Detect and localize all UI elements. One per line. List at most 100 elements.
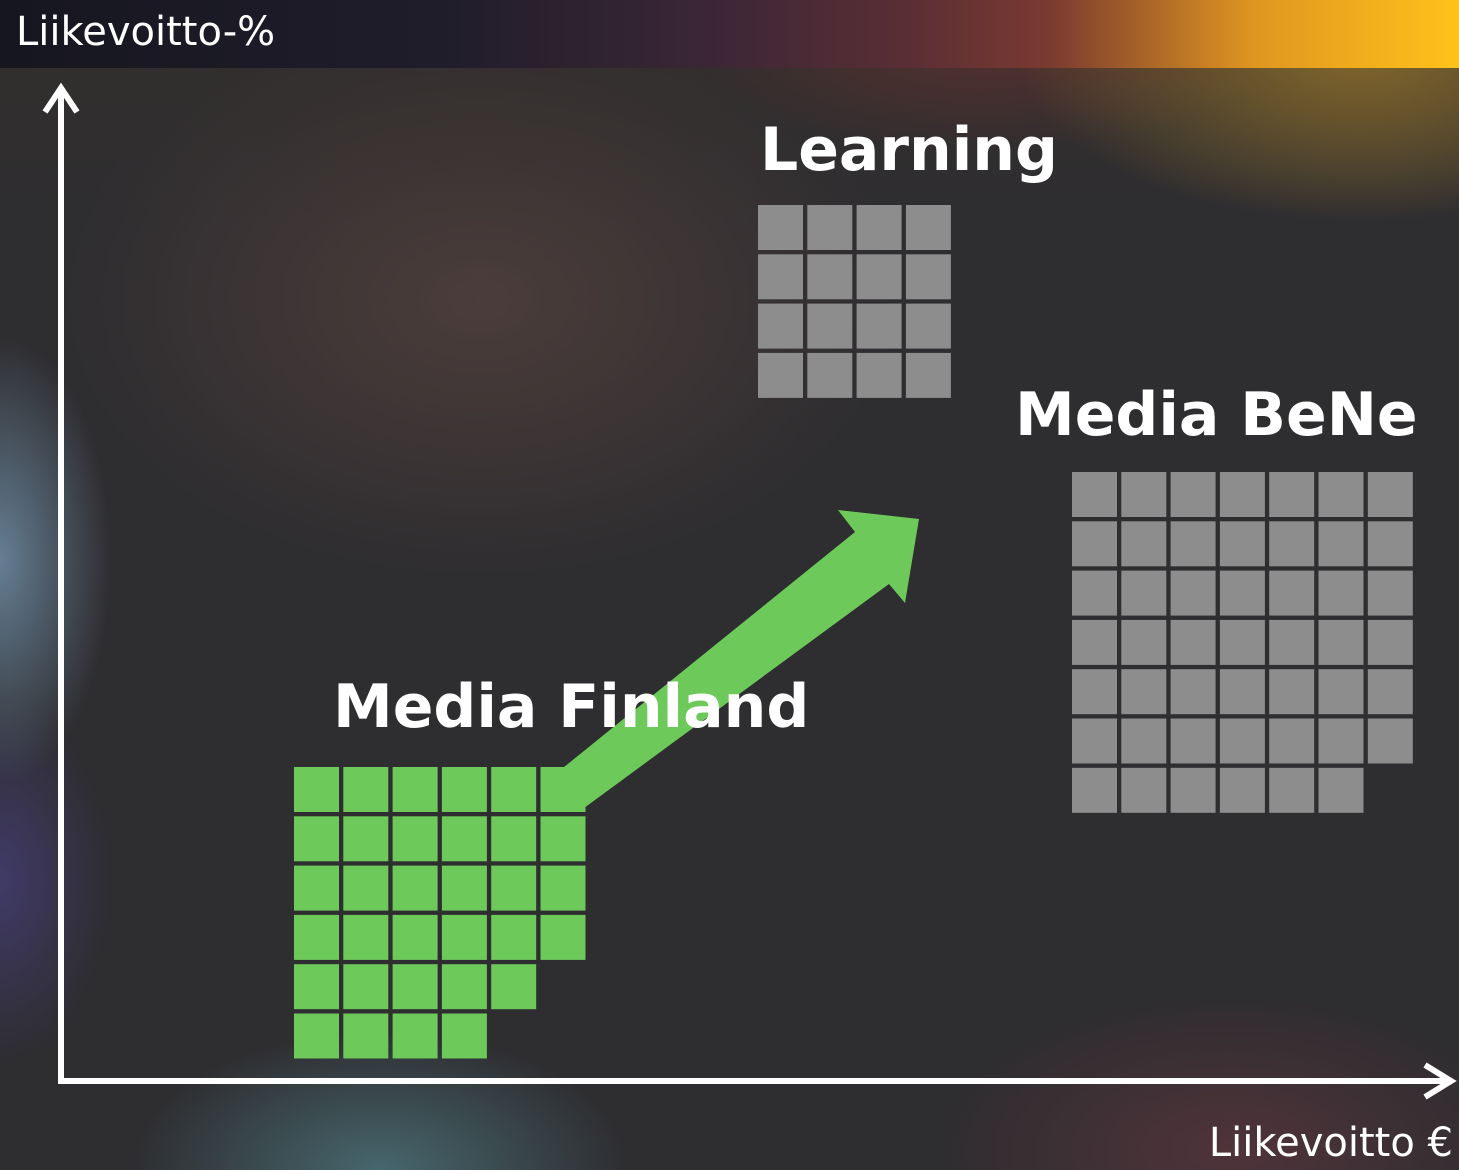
block-finland-19 bbox=[343, 914, 389, 960]
block-bene-3 bbox=[1219, 472, 1265, 517]
block-finland-22 bbox=[491, 914, 537, 960]
block-bene-12 bbox=[1318, 521, 1364, 567]
block-finland-4 bbox=[491, 767, 537, 812]
y-axis-label: Liikevoitto-% bbox=[16, 9, 276, 55]
block-finland-11 bbox=[540, 816, 586, 862]
block-finland-32 bbox=[441, 1013, 487, 1059]
block-bene-2 bbox=[1170, 472, 1216, 517]
learning-block-grid bbox=[758, 205, 951, 398]
block-learning-6 bbox=[856, 254, 902, 300]
block-bene-14 bbox=[1072, 570, 1117, 616]
block-learning-15 bbox=[905, 352, 951, 398]
block-learning-2 bbox=[856, 205, 902, 250]
block-learning-10 bbox=[856, 303, 902, 349]
block-finland-31 bbox=[392, 1013, 438, 1059]
block-bene-39 bbox=[1269, 718, 1315, 764]
block-finland-3 bbox=[441, 767, 487, 812]
block-bene-32 bbox=[1269, 669, 1315, 715]
segment-label-media-bene: Media BeNe bbox=[1015, 380, 1418, 450]
block-bene-11 bbox=[1269, 521, 1315, 567]
block-finland-29 bbox=[294, 1013, 339, 1059]
block-bene-28 bbox=[1072, 669, 1117, 715]
block-finland-14 bbox=[392, 865, 438, 911]
block-bene-44 bbox=[1170, 767, 1216, 813]
block-finland-24 bbox=[294, 964, 339, 1010]
block-finland-12 bbox=[294, 865, 339, 911]
block-bene-30 bbox=[1170, 669, 1216, 715]
block-bene-4 bbox=[1269, 472, 1315, 517]
block-finland-27 bbox=[441, 964, 487, 1010]
x-axis-label: Liikevoitto € bbox=[1208, 1120, 1453, 1166]
block-finland-16 bbox=[491, 865, 537, 911]
block-bene-0 bbox=[1072, 472, 1117, 517]
block-bene-6 bbox=[1367, 472, 1413, 517]
block-bene-38 bbox=[1219, 718, 1265, 764]
block-learning-5 bbox=[807, 254, 853, 300]
block-bene-15 bbox=[1121, 570, 1167, 616]
block-bene-1 bbox=[1121, 472, 1167, 517]
block-bene-29 bbox=[1121, 669, 1167, 715]
segment-label-media-finland: Media Finland bbox=[333, 672, 810, 742]
block-bene-16 bbox=[1170, 570, 1216, 616]
block-bene-20 bbox=[1367, 570, 1413, 616]
block-bene-24 bbox=[1219, 619, 1265, 665]
block-finland-0 bbox=[294, 767, 339, 812]
block-learning-1 bbox=[807, 205, 853, 250]
block-bene-31 bbox=[1219, 669, 1265, 715]
block-learning-9 bbox=[807, 303, 853, 349]
block-finland-18 bbox=[294, 914, 339, 960]
block-bene-45 bbox=[1219, 767, 1265, 813]
block-learning-7 bbox=[905, 254, 951, 300]
block-bene-41 bbox=[1367, 718, 1413, 764]
block-bene-7 bbox=[1072, 521, 1117, 567]
block-learning-12 bbox=[758, 352, 803, 398]
growth-arrow bbox=[548, 510, 919, 811]
block-bene-37 bbox=[1170, 718, 1216, 764]
block-finland-25 bbox=[343, 964, 389, 1010]
block-learning-8 bbox=[758, 303, 803, 349]
block-bene-47 bbox=[1318, 767, 1364, 813]
block-learning-11 bbox=[905, 303, 951, 349]
block-finland-26 bbox=[392, 964, 438, 1010]
block-finland-2 bbox=[392, 767, 438, 812]
block-bene-33 bbox=[1318, 669, 1364, 715]
block-finland-20 bbox=[392, 914, 438, 960]
block-finland-23 bbox=[540, 914, 586, 960]
block-bene-35 bbox=[1072, 718, 1117, 764]
block-bene-25 bbox=[1269, 619, 1315, 665]
block-finland-28 bbox=[491, 964, 537, 1010]
block-finland-7 bbox=[343, 816, 389, 862]
block-finland-17 bbox=[540, 865, 586, 911]
block-finland-1 bbox=[343, 767, 389, 812]
block-bene-23 bbox=[1170, 619, 1216, 665]
block-finland-9 bbox=[441, 816, 487, 862]
diagram-canvas: Liikevoitto-% Liikevoitto € Learning Med… bbox=[0, 0, 1459, 1170]
block-finland-21 bbox=[441, 914, 487, 960]
block-finland-10 bbox=[491, 816, 537, 862]
block-bene-27 bbox=[1367, 619, 1413, 665]
block-bene-18 bbox=[1269, 570, 1315, 616]
block-bene-46 bbox=[1269, 767, 1315, 813]
block-learning-0 bbox=[758, 205, 803, 250]
block-bene-22 bbox=[1121, 619, 1167, 665]
block-finland-6 bbox=[294, 816, 339, 862]
block-bene-10 bbox=[1219, 521, 1265, 567]
block-finland-8 bbox=[392, 816, 438, 862]
media-finland-block-grid bbox=[294, 767, 586, 1059]
block-finland-15 bbox=[441, 865, 487, 911]
block-bene-19 bbox=[1318, 570, 1364, 616]
block-bene-40 bbox=[1318, 718, 1364, 764]
block-bene-13 bbox=[1367, 521, 1413, 567]
block-learning-14 bbox=[856, 352, 902, 398]
block-learning-3 bbox=[905, 205, 951, 250]
block-bene-36 bbox=[1121, 718, 1167, 764]
segment-label-learning: Learning bbox=[760, 115, 1058, 185]
block-bene-9 bbox=[1170, 521, 1216, 567]
block-learning-4 bbox=[758, 254, 803, 300]
block-learning-13 bbox=[807, 352, 853, 398]
block-bene-34 bbox=[1367, 669, 1413, 715]
block-bene-17 bbox=[1219, 570, 1265, 616]
diagram-svg bbox=[42, 82, 1457, 1100]
block-finland-13 bbox=[343, 865, 389, 911]
block-bene-43 bbox=[1121, 767, 1167, 813]
